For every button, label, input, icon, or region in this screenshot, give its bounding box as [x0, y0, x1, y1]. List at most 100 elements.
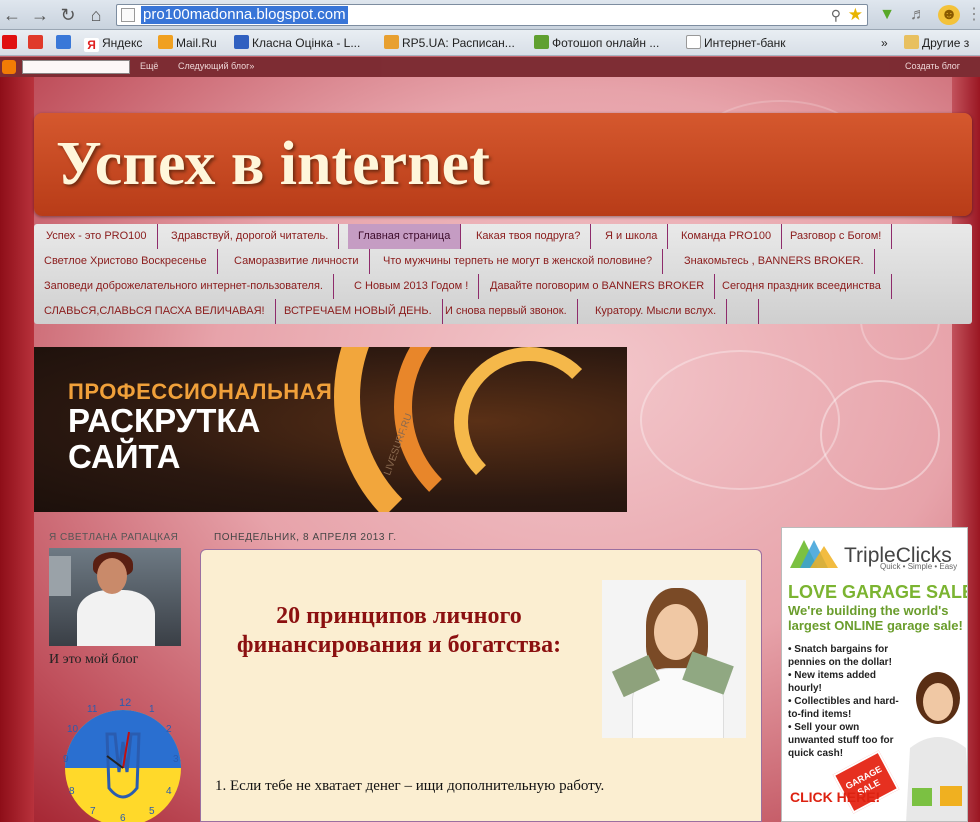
ad-bullet: • New items added hourly! [788, 670, 876, 694]
ad-subheadline: We're building the world's largest ONLIN… [788, 603, 963, 633]
post-body: 20 принципов личного финансирования и бо… [200, 549, 762, 822]
bookmark-yandex[interactable]: Я Яндекс [84, 34, 142, 52]
post-title[interactable]: 20 принципов личного финансирования и бо… [221, 602, 577, 660]
tab-page[interactable]: Команда PRO100 [671, 224, 783, 249]
ad-tripleclicks[interactable]: TripleClicks Quick • Simple • Easy LOVE … [781, 527, 968, 822]
tab-page[interactable]: Сегодня праздник всеединства [712, 274, 892, 299]
tab-page[interactable]: Светлое Христово Воскресенье [34, 249, 218, 274]
page-icon [686, 35, 701, 49]
tab-page[interactable]: Что мужчины терпеть не могут в женской п… [373, 249, 664, 274]
url-text[interactable]: pro100madonna.blogspot.com [141, 6, 348, 24]
forward-arrow-icon[interactable]: → [30, 5, 50, 25]
tab-page[interactable]: Давайте поговорим о BANNERS BROKER [480, 274, 716, 299]
tab-page[interactable]: СЛАВЬСЯ,СЛАВЬСЯ ПАСХА ВЕЛИЧАВАЯ! [34, 299, 276, 324]
speaker-icon[interactable]: ♬ [908, 5, 928, 25]
menu-icon[interactable]: ⋮ [964, 5, 980, 25]
post-date: ПОНЕДЕЛЬНИК, 8 АПРЕЛЯ 2013 Г. [214, 532, 397, 543]
folder-icon [904, 35, 919, 49]
tab-page[interactable]: Успех - это PRO100 [36, 224, 158, 249]
bookmarks-bar: Я Яндекс Mail.Ru Класна Оцінка - L... RP5… [0, 30, 980, 56]
next-blog-link[interactable]: Следующий блог» [178, 61, 254, 71]
ad-tagline: Quick • Simple • Easy [880, 562, 958, 571]
blogger-navbar: Ещё Следующий блог» Создать блог [0, 57, 980, 77]
tab-page[interactable]: Здравствуй, дорогой читатель. [161, 224, 340, 249]
bookmark-photoshop[interactable]: Фотошоп онлайн ... [534, 34, 659, 52]
bookmark-bank[interactable]: Интернет-банк [686, 34, 786, 52]
weather-icon [384, 35, 399, 49]
gmail-icon[interactable] [28, 34, 46, 52]
pages-menu: Успех - это PRO100 Здравствуй, дорогой ч… [34, 224, 972, 324]
download-arrow-icon[interactable]: ▼ [877, 5, 897, 25]
tab-page-active[interactable]: Главная страница [348, 224, 462, 249]
background-left [0, 77, 34, 822]
clock-number: 8 [69, 786, 75, 797]
clock-number: 6 [120, 813, 126, 822]
tab-page[interactable]: Разговор с Богом! [780, 224, 893, 249]
photoshop-icon [534, 35, 549, 49]
ad-bullet: • Snatch bargains for pennies on the dol… [788, 644, 892, 668]
tab-page[interactable]: Саморазвитие личности [224, 249, 370, 274]
address-bar[interactable]: pro100madonna.blogspot.com ⚲ ★ [116, 4, 868, 26]
home-icon[interactable]: ⌂ [86, 5, 106, 25]
decorative-heart [820, 380, 940, 490]
ad-cta[interactable]: CLICK HERE! [790, 790, 880, 805]
tab-page[interactable]: Знакомьтесь , BANNERS BROKER. [674, 249, 875, 274]
ad-woman-image [906, 672, 967, 821]
clock-flag-top [65, 710, 181, 768]
promo-banner[interactable]: ПРОФЕССИОНАЛЬНАЯ РАСКРУТКА САЙТА LIVESUR… [34, 347, 627, 512]
mailru-icon [158, 35, 173, 49]
tab-page[interactable] [734, 299, 759, 324]
ad-bullets: • Snatch bargains for pennies on the dol… [788, 643, 900, 760]
bookmark-rp5[interactable]: RP5.UA: Расписан... [384, 34, 515, 52]
profile-caption: И это мой блог [49, 652, 139, 667]
back-arrow-icon[interactable]: ← [2, 5, 22, 25]
create-blog-link[interactable]: Создать блог [905, 61, 960, 71]
star-icon[interactable]: ★ [848, 5, 863, 25]
youtube-icon[interactable] [2, 34, 20, 52]
post-paragraph: 1. Если тебе не хватает денег – ищи допо… [215, 778, 605, 794]
tab-page[interactable]: Я и школа [595, 224, 669, 249]
other-bookmarks[interactable]: Другие з [904, 34, 969, 52]
clock-number: 5 [149, 806, 155, 817]
page-icon [121, 8, 135, 22]
banner-line2: РАСКРУТКА САЙТА [68, 402, 261, 475]
yandex-icon: Я [84, 38, 99, 52]
more-link[interactable]: Ещё [140, 61, 158, 71]
clock-number: 4 [166, 786, 172, 797]
clock-number: 12 [119, 698, 131, 709]
google-icon[interactable] [56, 34, 74, 52]
blogger-logo-icon[interactable] [2, 60, 16, 74]
ad-bullet: • Collectibles and hard-to-find items! [788, 696, 899, 720]
clock-number: 9 [63, 754, 69, 765]
post-image[interactable] [602, 580, 746, 738]
clock-number: 7 [90, 806, 96, 817]
tab-page[interactable]: С Новым 2013 Годом ! [344, 274, 480, 299]
tab-page[interactable]: Заповеди доброжелательного интернет-поль… [34, 274, 334, 299]
clock-number: 10 [67, 724, 79, 735]
bookmark-mailru[interactable]: Mail.Ru [158, 34, 217, 52]
tab-page[interactable]: Какая твоя подруга? [466, 224, 592, 249]
blog-title[interactable]: Успех в internet [56, 129, 490, 200]
avatar[interactable] [49, 548, 181, 646]
search-icon[interactable]: ⚲ [831, 7, 841, 24]
reload-icon[interactable]: ↻ [58, 5, 78, 25]
clock-number: 2 [166, 724, 172, 735]
ad-headline: LOVE GARAGE SALES? [788, 582, 967, 602]
bookmarks-overflow[interactable]: » [881, 34, 888, 52]
tab-page[interactable]: И снова первый звонок. [435, 299, 578, 324]
tab-page[interactable]: ВСТРЕЧАЕМ НОВЫЙ ДЕНЬ. [274, 299, 443, 324]
banner-arc [284, 347, 627, 512]
smiley-icon[interactable]: ☻ [938, 5, 960, 25]
bookmark-klasna[interactable]: Класна Оцінка - L... [234, 34, 360, 52]
clock-widget: 12 1 2 3 4 5 6 7 8 9 10 11 [63, 698, 181, 822]
tab-page[interactable]: Куратору. Мысли вслух. [585, 299, 728, 324]
ad-bullet: • Sell your own unwanted stuff too for q… [788, 722, 894, 759]
blog-header: Успех в internet [34, 113, 972, 216]
decorative-heart [640, 350, 840, 490]
browser-toolbar: ← → ↻ ⌂ pro100madonna.blogspot.com ⚲ ★ ▼… [0, 0, 980, 30]
klasna-icon [234, 35, 249, 49]
profile-title: Я СВЕТЛАНА РАПАЦКАЯ [49, 532, 179, 543]
clock-number: 11 [87, 704, 98, 715]
clock-number: 1 [149, 704, 155, 715]
blog-search-input[interactable] [22, 60, 130, 74]
